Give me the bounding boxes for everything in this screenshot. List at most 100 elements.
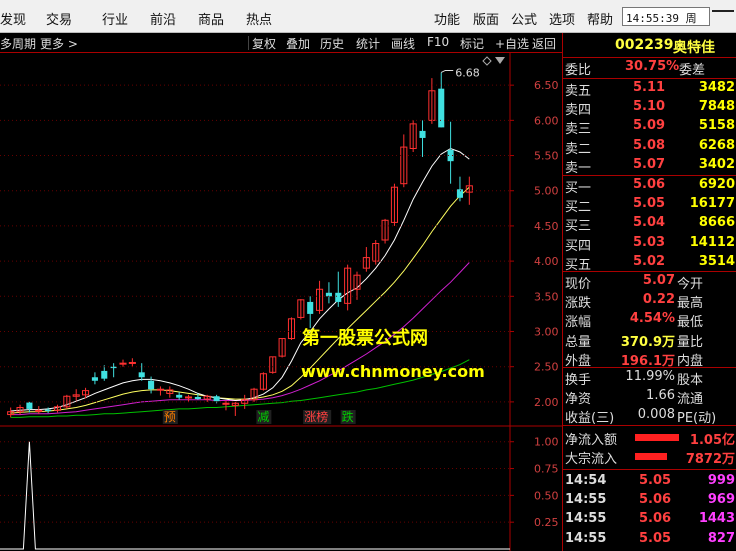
tick-price: 5.05 <box>639 473 672 488</box>
menu-function[interactable]: 功能 <box>434 9 460 28</box>
candle-body <box>128 361 136 364</box>
bid-label: 买五 <box>565 257 592 273</box>
chart-toolbar: 多周期 更多 > 复权 叠加 历史 统计 画线 F10 标记 +自选 返回 <box>0 33 562 53</box>
ask-row: 卖二 5.08 6268 <box>563 138 736 157</box>
history-button[interactable]: 历史 <box>320 35 344 52</box>
menu-industry[interactable]: 行业 <box>102 9 128 28</box>
tick-volume: 999 <box>707 473 735 488</box>
divider <box>563 469 736 470</box>
menu-trade[interactable]: 交易 <box>46 9 72 28</box>
menu-help[interactable]: 帮助 <box>587 9 613 28</box>
candle-body <box>213 396 220 402</box>
indicator-tick-label: 0.25 <box>534 516 559 529</box>
high-price-label: 6.68 <box>455 66 480 79</box>
signal-markers: 预 减 涨榜跌 <box>162 409 356 424</box>
multi-period-button[interactable]: 多周期 <box>0 35 36 52</box>
menu-options[interactable]: 选项 <box>549 9 575 28</box>
divider <box>563 367 736 368</box>
stat-value: 4.54% <box>629 311 675 327</box>
weibi-label: 委比 <box>565 63 592 78</box>
weibi-row: 委比 30.75% 委差 <box>563 59 736 78</box>
diamond-icon[interactable] <box>482 56 492 66</box>
more-button[interactable]: 更多 > <box>40 35 78 52</box>
menu-commodity[interactable]: 商品 <box>198 9 224 28</box>
ask-price: 5.10 <box>633 99 666 115</box>
bid-row: 买一 5.06 6920 <box>563 177 736 196</box>
stat-value: 370.9万 <box>620 334 675 350</box>
fundamental-value: 1.66 <box>646 388 675 404</box>
tick-price: 5.06 <box>639 492 672 508</box>
candle-body <box>45 409 52 412</box>
price-tick-label: 2.00 <box>534 396 559 409</box>
ask-label: 卖三 <box>565 122 592 138</box>
signal-marker: 涨榜 <box>304 409 328 424</box>
overlay-button[interactable]: 叠加 <box>286 35 310 52</box>
bid-price: 5.06 <box>633 177 666 192</box>
flow-bar <box>635 434 679 441</box>
statistics-button[interactable]: 统计 <box>356 35 380 52</box>
bid-label: 买四 <box>565 238 592 254</box>
stat-row: 涨幅 4.54% 最低 <box>563 311 736 331</box>
menu-layout[interactable]: 版面 <box>473 9 499 28</box>
candle-body <box>110 366 117 369</box>
price-tick-label: 3.50 <box>534 290 559 303</box>
stat-row: 现价 5.07 今开 <box>563 273 736 292</box>
menu-formula[interactable]: 公式 <box>511 9 537 28</box>
watermark-url: www.chnmoney.com <box>301 362 485 381</box>
toolbar-divider <box>248 36 249 50</box>
mark-button[interactable]: 标记 <box>460 35 484 52</box>
candle-body <box>419 130 426 138</box>
candle-body <box>148 380 155 390</box>
draw-line-button[interactable]: 画线 <box>391 35 415 52</box>
kline-chart[interactable]: 6.50 6.00 5.50 5.00 4.50 4.00 3.50 3.00 2.50 2.00… <box>0 53 562 551</box>
fundamental-value: 0.008 <box>637 407 675 423</box>
quote-panel: 002239 奥特佳 委比 30.75% 委差 卖五 5.11 3482 卖四 5.10… <box>562 33 736 551</box>
tick-time: 14:55 <box>565 492 607 508</box>
flow-label: 大宗流入 <box>565 452 618 468</box>
divider <box>563 425 736 426</box>
stat-label-right: 内盘 <box>677 353 704 369</box>
ask-volume: 3482 <box>698 80 735 95</box>
restore-rights-button[interactable]: 复权 <box>252 35 276 52</box>
stock-header: 002239 奥特佳 <box>563 37 736 57</box>
triangle-down-icon[interactable] <box>495 57 505 64</box>
candle-body <box>26 402 33 409</box>
candle-body <box>335 292 342 302</box>
f10-button[interactable]: F10 <box>427 35 449 49</box>
candle-body <box>35 409 43 412</box>
flow-row: 大宗流入 7872万 <box>563 448 736 468</box>
fundamental-label: 换手 <box>565 373 592 388</box>
stat-label: 涨幅 <box>565 315 592 331</box>
tick-price: 5.06 <box>639 511 672 527</box>
weibi-value: 30.75% <box>625 59 680 74</box>
minimize-icon[interactable] <box>712 10 734 22</box>
divider <box>563 78 736 79</box>
indicator-axis: 1.00 0.75 0.50 0.25 <box>0 436 559 529</box>
add-favorite-button[interactable]: +自选 <box>495 35 529 52</box>
flow-value: 7872万 <box>685 452 735 468</box>
ask-label: 卖二 <box>565 141 592 157</box>
tick-row: 14:55 5.06 969 <box>563 492 736 510</box>
menu-discover[interactable]: 发现 <box>0 9 26 28</box>
menu-hotspot[interactable]: 热点 <box>246 9 272 28</box>
back-button[interactable]: 返回 <box>532 35 556 52</box>
stat-label-right: 最高 <box>677 296 704 312</box>
ask-label: 卖一 <box>565 160 592 176</box>
price-tick-label: 5.00 <box>534 185 559 198</box>
ask-volume: 3402 <box>698 156 735 172</box>
bid-row: 买四 5.03 14112 <box>563 235 736 254</box>
divider <box>563 271 736 272</box>
tick-time: 14:54 <box>565 473 607 488</box>
stat-row: 涨跌 0.22 最高 <box>563 292 736 312</box>
menu-frontier[interactable]: 前沿 <box>150 9 176 28</box>
ask-row: 卖一 5.07 3402 <box>563 156 736 176</box>
tick-volume: 1443 <box>698 511 735 527</box>
candle-body <box>438 88 445 128</box>
price-tick-label: 6.00 <box>534 114 559 127</box>
tick-time: 14:55 <box>565 530 607 546</box>
stat-label: 外盘 <box>565 353 592 369</box>
candle-body <box>194 396 201 400</box>
stat-value: 5.07 <box>642 273 675 288</box>
fundamental-label-right: 流通 <box>677 392 704 408</box>
stock-code: 002239 <box>615 37 674 53</box>
